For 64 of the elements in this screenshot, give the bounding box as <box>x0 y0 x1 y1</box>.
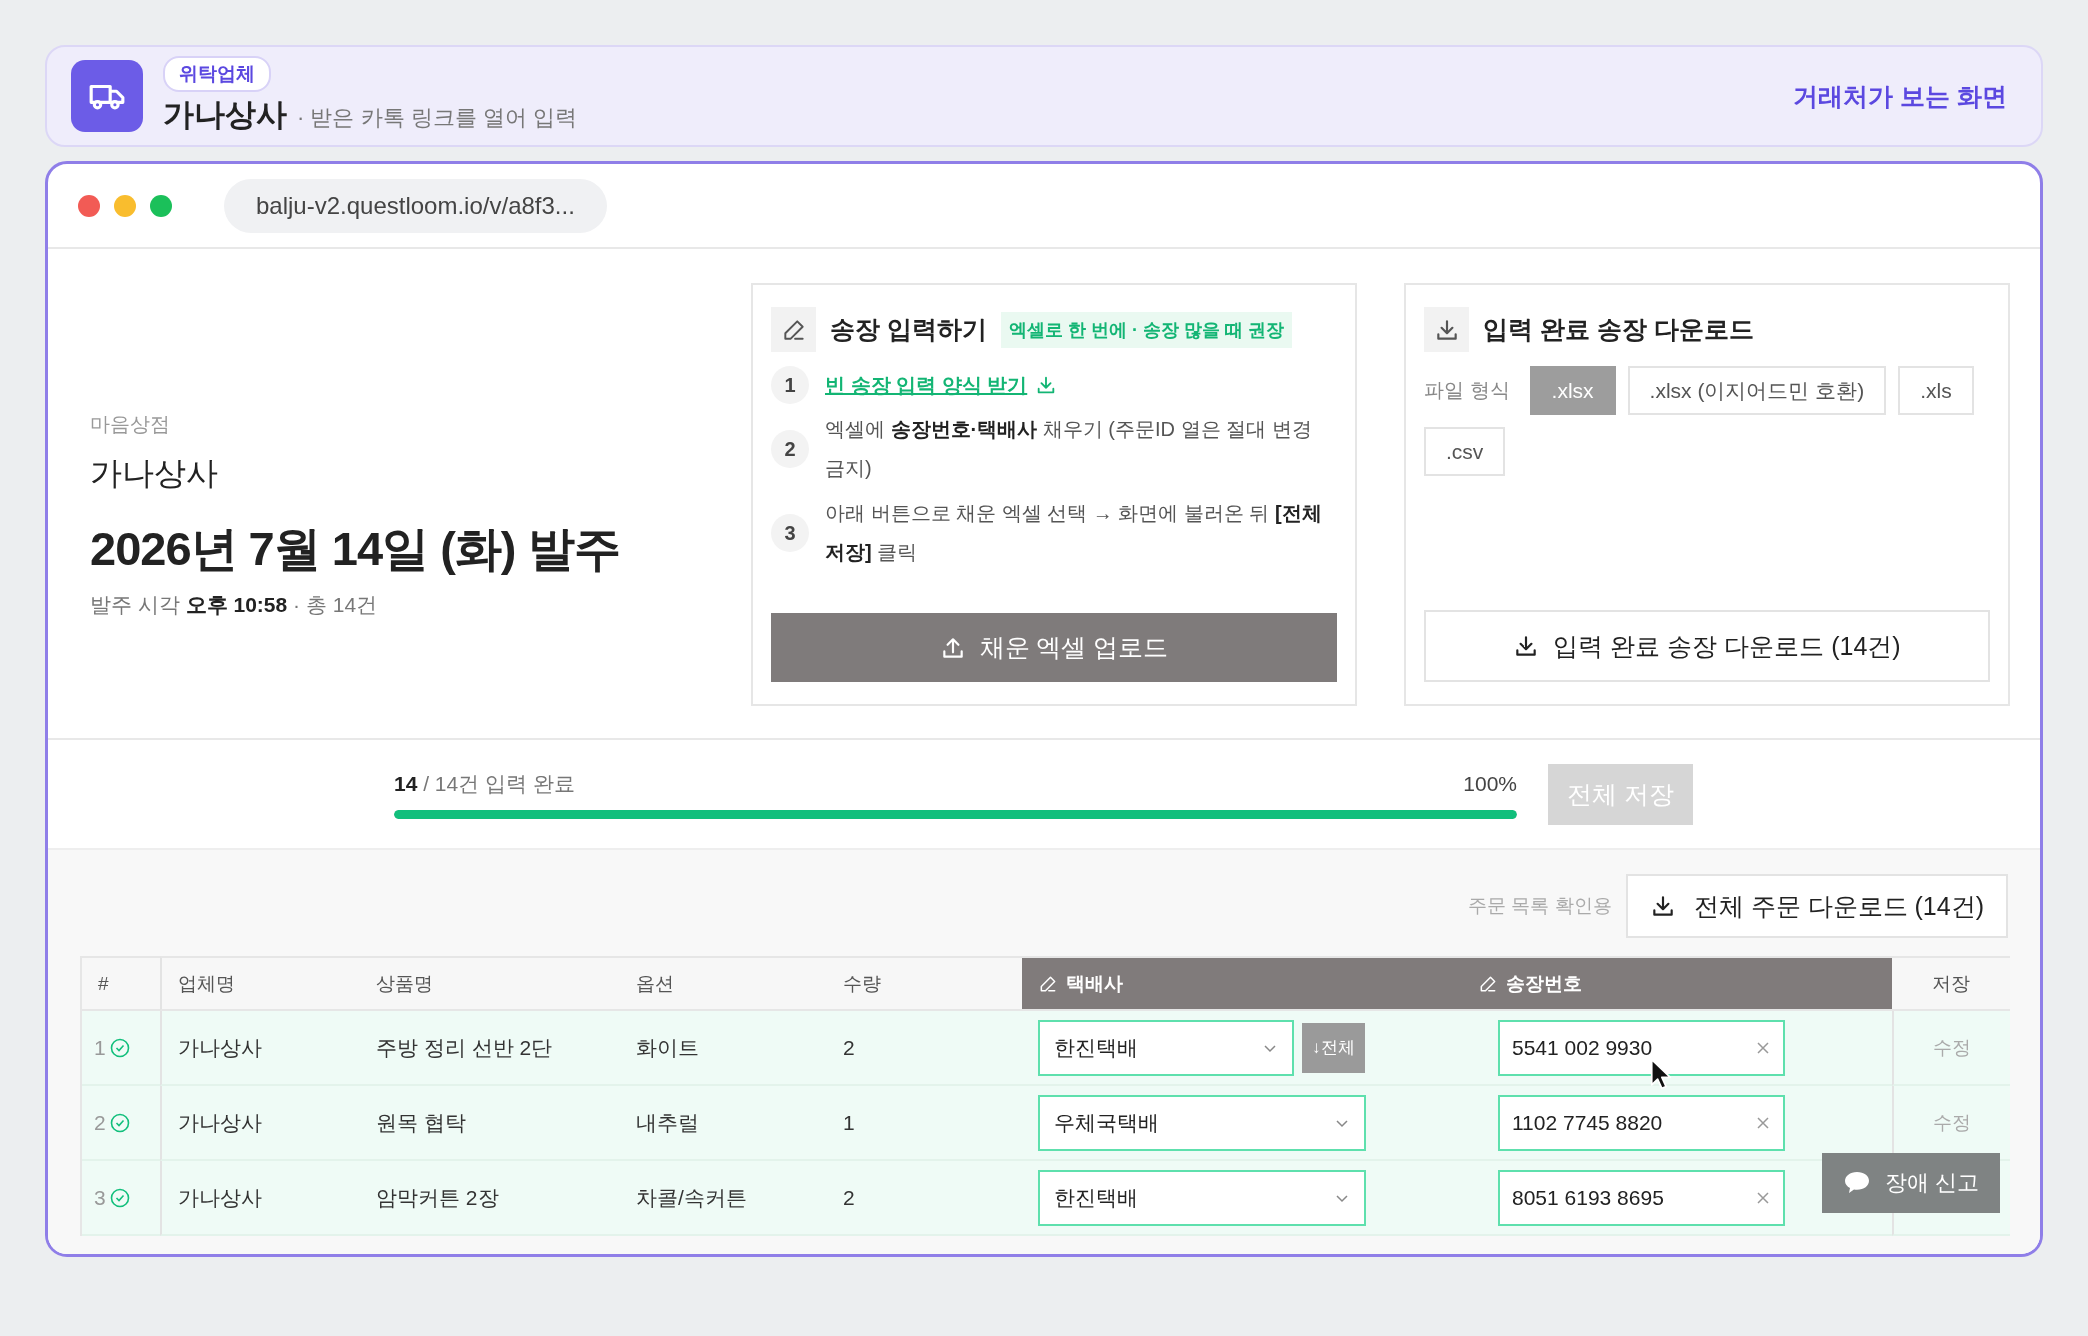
table-cell-text: 암막커튼 2장 <box>376 1184 499 1211</box>
upload-button[interactable]: 채운 엑셀 업로드 <box>771 613 1337 682</box>
maximize-dot[interactable] <box>150 194 172 217</box>
vendor-badge: 위탁업체 <box>163 56 271 92</box>
address-bar[interactable]: balju-v2.questloom.io/v/a8f3... <box>224 178 607 233</box>
step-number: 2 <box>771 430 809 468</box>
column-header: 옵션 <box>620 956 827 1011</box>
format-option[interactable]: .xls <box>1898 366 1974 415</box>
table-cell-text: 차콜/속커튼 <box>636 1184 747 1211</box>
table-cell-text: 가나상사 <box>178 1184 262 1211</box>
store-name: 마음상점 <box>90 411 171 437</box>
table-cell-text: 화이트 <box>636 1034 699 1061</box>
order-meta: 발주 시각 오후 10:58 · 총 14건 <box>90 591 379 618</box>
progress-text: 14 / 14건 입력 완료 <box>394 770 575 797</box>
download-orders-button[interactable]: 전체 주문 다운로드 (14건) <box>1625 874 2008 938</box>
vendor-name: 가나상사 <box>90 453 219 493</box>
table-cell: 2 <box>843 1035 855 1060</box>
minimize-dot[interactable] <box>114 194 136 217</box>
table-cell: 2 <box>843 1185 855 1210</box>
format-label: 파일 형식 <box>1424 378 1510 403</box>
download-button[interactable]: 입력 완료 송장 다운로드 (14건) <box>1424 610 1990 682</box>
courier-select[interactable]: 우체국택배 <box>1038 1094 1366 1151</box>
format-option[interactable]: .csv <box>1424 427 1506 476</box>
step-number: 3 <box>771 514 809 552</box>
table-cell-text: 내추럴 <box>636 1109 699 1136</box>
step-text: 엑셀에 송장번호·택배사 채우기 (주문ID 열은 절대 변경 금지) <box>825 417 1313 481</box>
clear-icon[interactable] <box>1755 1189 1771 1206</box>
step-number: 1 <box>771 366 809 404</box>
hint-tag: 엑셀로 한 번에 · 송장 많을 때 권장 <box>1000 311 1292 348</box>
chat-bubble-icon <box>1842 1170 1871 1196</box>
view-link[interactable]: 거래처가 보는 화면 <box>1793 79 2007 113</box>
close-dot[interactable] <box>78 194 100 217</box>
column-header: 수량 <box>827 956 1022 1011</box>
courier-select[interactable]: 한진택배 <box>1038 1169 1366 1226</box>
toolbar-hint: 주문 목록 확인용 <box>1468 894 1612 918</box>
format-option[interactable]: .xlsx (이지어드민 호환) <box>1627 366 1887 415</box>
row-number: 1 <box>94 1035 106 1060</box>
tracking-number-field[interactable]: 1102 7745 8820 <box>1498 1094 1785 1151</box>
report-button[interactable]: 장애 신고 <box>1822 1153 2000 1213</box>
row-number: 3 <box>94 1185 106 1210</box>
vendor-name: 가나상사 <box>163 96 287 134</box>
banner-subtitle: · 받은 카톡 링크를 열어 입력 <box>297 104 577 132</box>
card-title: 입력 완료 송장 다운로드 <box>1483 314 1754 345</box>
card-title: 송장 입력하기 <box>830 314 987 345</box>
table-cell-text: 원목 협탁 <box>376 1109 466 1136</box>
table-cell-text: 주방 정리 선반 2단 <box>376 1034 553 1061</box>
clear-icon[interactable] <box>1755 1039 1771 1056</box>
clear-icon[interactable] <box>1755 1114 1771 1131</box>
truck-icon <box>71 60 143 132</box>
courier-select[interactable]: 한진택배 <box>1038 1019 1294 1076</box>
tracking-number-field[interactable]: 8051 6193 8695 <box>1498 1169 1785 1226</box>
column-header: 저장 <box>1892 956 2010 1011</box>
table-cell: 1 <box>843 1110 855 1135</box>
table-cell-text: 가나상사 <box>178 1109 262 1136</box>
column-header: 업체명 <box>160 956 360 1011</box>
column-header: 송장번호 <box>1462 956 1892 1011</box>
order-title: 2026년 7월 14일 (화) 발주 <box>90 520 621 577</box>
column-header: 택배사 <box>1022 956 1462 1011</box>
table-cell-text: 가나상사 <box>178 1034 262 1061</box>
row-number: 2 <box>94 1110 106 1135</box>
progress-percent: 100% <box>1463 771 1517 796</box>
column-header: # <box>82 956 160 1011</box>
step-text: 아래 버튼으로 채운 엑셀 선택 → 화면에 불러온 뒤 [전체 저장] 클릭 <box>825 501 1323 565</box>
column-header: 상품명 <box>360 956 620 1011</box>
